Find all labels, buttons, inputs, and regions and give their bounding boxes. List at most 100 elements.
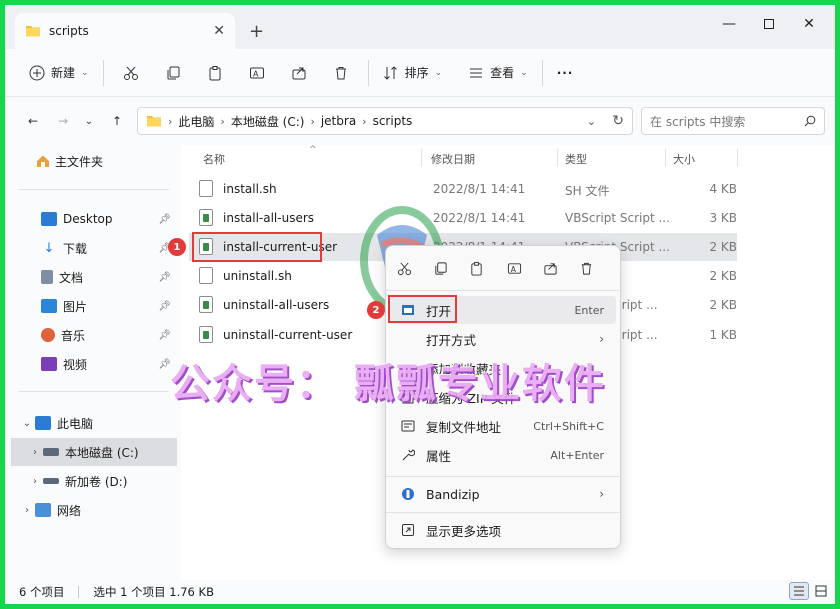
menu-item-more-options[interactable]: 显示更多选项 xyxy=(390,516,616,544)
sidebar-item-drive-d[interactable]: › 新加卷 (D:) xyxy=(27,467,177,495)
sidebar-item-drive-c[interactable]: › 本地磁盘 (C:) xyxy=(11,438,177,466)
network-icon xyxy=(35,503,51,517)
menu-item-bandizip[interactable]: Bandizip › xyxy=(390,480,616,508)
sidebar-item-desktop[interactable]: Desktop 📌︎ xyxy=(41,205,177,233)
sidebar-item-label: 网络 xyxy=(57,503,82,518)
sidebar-item-network[interactable]: › 网络 xyxy=(19,496,175,524)
rename-icon[interactable]: A xyxy=(241,57,273,89)
chevron-right-icon[interactable]: › xyxy=(19,505,35,516)
copy-path-icon xyxy=(398,418,418,434)
sidebar-item-label: 本地磁盘 (C:) xyxy=(65,445,139,460)
breadcrumb-drive-c[interactable]: 本地磁盘 (C:) xyxy=(231,113,305,130)
file-size: 1 KB xyxy=(709,328,737,342)
rename-icon[interactable]: A xyxy=(500,254,528,282)
sidebar-item-home[interactable]: 主文件夹 xyxy=(35,147,205,175)
svg-text:A: A xyxy=(253,69,259,78)
share-icon[interactable] xyxy=(283,57,315,89)
refresh-icon[interactable]: ↻ xyxy=(612,113,624,129)
menu-item-copy-path[interactable]: 复制文件地址 Ctrl+Shift+C xyxy=(390,412,616,440)
cut-icon[interactable] xyxy=(390,254,418,282)
menu-item-label: 复制文件地址 xyxy=(426,419,502,435)
sort-label: 排序 xyxy=(404,66,429,80)
paste-icon[interactable] xyxy=(199,57,231,89)
chevron-right-icon[interactable]: › xyxy=(27,476,43,487)
bandizip-icon xyxy=(398,486,418,502)
sidebar-item-pictures[interactable]: 图片 📌︎ xyxy=(41,292,177,320)
file-row-install-sh[interactable]: install.sh 2022/8/1 14:41 SH 文件 4 KB xyxy=(189,175,737,203)
download-icon: ↓ xyxy=(43,241,55,256)
share-icon[interactable] xyxy=(536,254,564,282)
paste-icon[interactable] xyxy=(462,254,490,282)
breadcrumb-this-pc[interactable]: 此电脑 xyxy=(178,113,214,130)
search-input[interactable]: 在 scripts 中搜索 xyxy=(641,107,825,135)
up-arrow-icon[interactable]: ↑ xyxy=(105,109,129,133)
close-window-icon[interactable]: ✕ xyxy=(789,11,829,37)
tab-scripts[interactable]: scripts ✕ xyxy=(15,13,235,49)
new-button[interactable]: 新建 ⌄ xyxy=(21,57,97,89)
home-icon xyxy=(37,155,49,167)
new-tab-icon[interactable]: + xyxy=(249,21,264,42)
column-header-name[interactable]: 名称 xyxy=(203,151,225,167)
maximize-icon[interactable] xyxy=(749,11,789,37)
address-bar[interactable]: › 此电脑 › 本地磁盘 (C:) › jetbra › scripts ⌄ ↻ xyxy=(137,107,633,135)
file-type: VBScript Script ... xyxy=(565,211,670,225)
address-dropdown-icon[interactable]: ⌄ xyxy=(587,115,596,128)
chevron-right-icon: › xyxy=(168,114,173,128)
status-bar: 6 个项目 选中 1 个项目 1.76 KB xyxy=(5,580,835,604)
address-row: ← → ⌄ ↑ › 此电脑 › 本地磁盘 (C:) › jetbra › scr… xyxy=(5,97,835,145)
chevron-down-icon[interactable]: ⌄ xyxy=(77,109,101,133)
divider xyxy=(19,391,169,392)
tab-label: scripts xyxy=(49,24,89,38)
sidebar-item-documents[interactable]: 文档 📌︎ xyxy=(41,263,177,291)
sidebar-item-label: 视频 xyxy=(63,357,88,372)
close-tab-icon[interactable]: ✕ xyxy=(213,23,225,39)
file-size: 4 KB xyxy=(709,182,737,196)
sidebar-item-videos[interactable]: 视频 📌︎ xyxy=(41,350,177,378)
details-view-icon[interactable] xyxy=(789,582,809,600)
breadcrumb-jetbra[interactable]: jetbra xyxy=(321,114,356,128)
menu-item-properties[interactable]: 属性 Alt+Enter xyxy=(390,441,616,469)
divider xyxy=(367,59,369,86)
menu-item-label: 显示更多选项 xyxy=(426,523,502,539)
desktop-icon xyxy=(41,212,57,226)
column-header-type[interactable]: 类型 xyxy=(565,151,587,167)
sidebar-item-this-pc[interactable]: ⌄ 此电脑 xyxy=(19,409,175,437)
chevron-right-icon[interactable]: › xyxy=(27,447,43,458)
copy-icon[interactable] xyxy=(157,57,189,89)
column-header-size[interactable]: 大小 xyxy=(673,151,695,167)
sort-caret-icon: ^ xyxy=(309,145,317,155)
chevron-down-icon: ⌄ xyxy=(434,67,443,78)
sidebar-item-label: 图片 xyxy=(63,299,88,314)
file-row-install-all-users[interactable]: install-all-users 2022/8/1 14:41 VBScrip… xyxy=(189,204,737,232)
context-quick-actions: A xyxy=(386,254,622,284)
menu-item-label: Bandizip xyxy=(426,486,480,502)
file-type: SH 文件 xyxy=(565,184,610,198)
column-header-date[interactable]: 修改日期 xyxy=(431,151,475,167)
minimize-icon[interactable]: — xyxy=(709,11,749,37)
sidebar-item-label: 新加卷 (D:) xyxy=(65,474,128,489)
forward-arrow-icon[interactable]: → xyxy=(51,109,75,133)
tiles-view-icon[interactable] xyxy=(811,582,831,600)
cut-icon[interactable] xyxy=(115,57,147,89)
new-button-label: 新建 xyxy=(51,66,76,80)
delete-icon[interactable] xyxy=(572,254,600,282)
menu-item-label: 属性 xyxy=(426,448,452,464)
view-button[interactable]: 查看 ⌄ xyxy=(460,57,536,89)
sidebar-item-label: 音乐 xyxy=(61,328,86,343)
more-icon: ··· xyxy=(556,65,574,80)
divider xyxy=(541,59,543,86)
delete-icon[interactable] xyxy=(325,57,357,89)
back-arrow-icon[interactable]: ← xyxy=(21,109,45,133)
divider xyxy=(737,149,738,167)
chevron-down-icon[interactable]: ⌄ xyxy=(19,418,35,429)
sidebar-item-music[interactable]: 音乐 📌︎ xyxy=(41,321,177,349)
sort-button[interactable]: 排序 ⌄ xyxy=(375,57,451,89)
chevron-right-icon: › xyxy=(220,114,225,128)
highlight-box xyxy=(192,232,322,262)
menu-item-open-with[interactable]: 打开方式 › xyxy=(390,325,616,353)
breadcrumb-scripts[interactable]: scripts xyxy=(373,114,413,128)
more-button[interactable]: ··· xyxy=(549,57,582,89)
vbscript-file-icon xyxy=(199,326,213,343)
copy-icon[interactable] xyxy=(426,254,454,282)
sidebar-item-downloads[interactable]: ↓ 下载 📌︎ xyxy=(41,234,177,262)
